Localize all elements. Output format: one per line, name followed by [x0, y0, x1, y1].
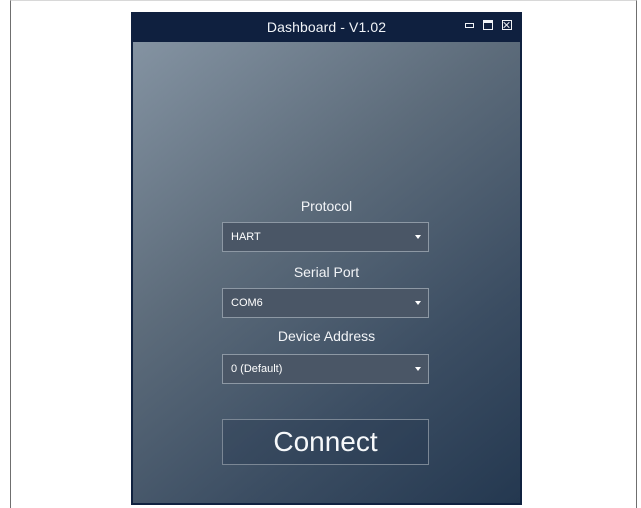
- device-address-label: Device Address: [277, 328, 376, 344]
- chevron-down-icon: [415, 301, 421, 305]
- serial-port-value: COM6: [231, 297, 263, 309]
- protocol-dropdown[interactable]: HART: [222, 222, 429, 252]
- protocol-label: Protocol: [300, 198, 353, 214]
- connection-panel: Protocol HART Serial Port COM6 Device Ad…: [133, 42, 520, 503]
- device-address-value: 0 (Default): [231, 363, 283, 375]
- serial-port-dropdown[interactable]: COM6: [222, 288, 429, 318]
- title-bar[interactable]: Dashboard - V1.02: [131, 12, 522, 42]
- maximize-icon[interactable]: [483, 20, 493, 30]
- chevron-down-icon: [415, 367, 421, 371]
- device-address-dropdown[interactable]: 0 (Default): [222, 354, 429, 384]
- connect-button[interactable]: Connect: [222, 419, 429, 465]
- serial-port-label: Serial Port: [293, 264, 360, 280]
- minimize-icon[interactable]: [464, 20, 474, 30]
- close-icon[interactable]: [502, 20, 512, 30]
- window-controls: [464, 20, 512, 30]
- dashboard-window: Dashboard - V1.02 Protocol HART Serial P…: [131, 12, 522, 505]
- chevron-down-icon: [415, 235, 421, 239]
- protocol-value: HART: [231, 231, 261, 243]
